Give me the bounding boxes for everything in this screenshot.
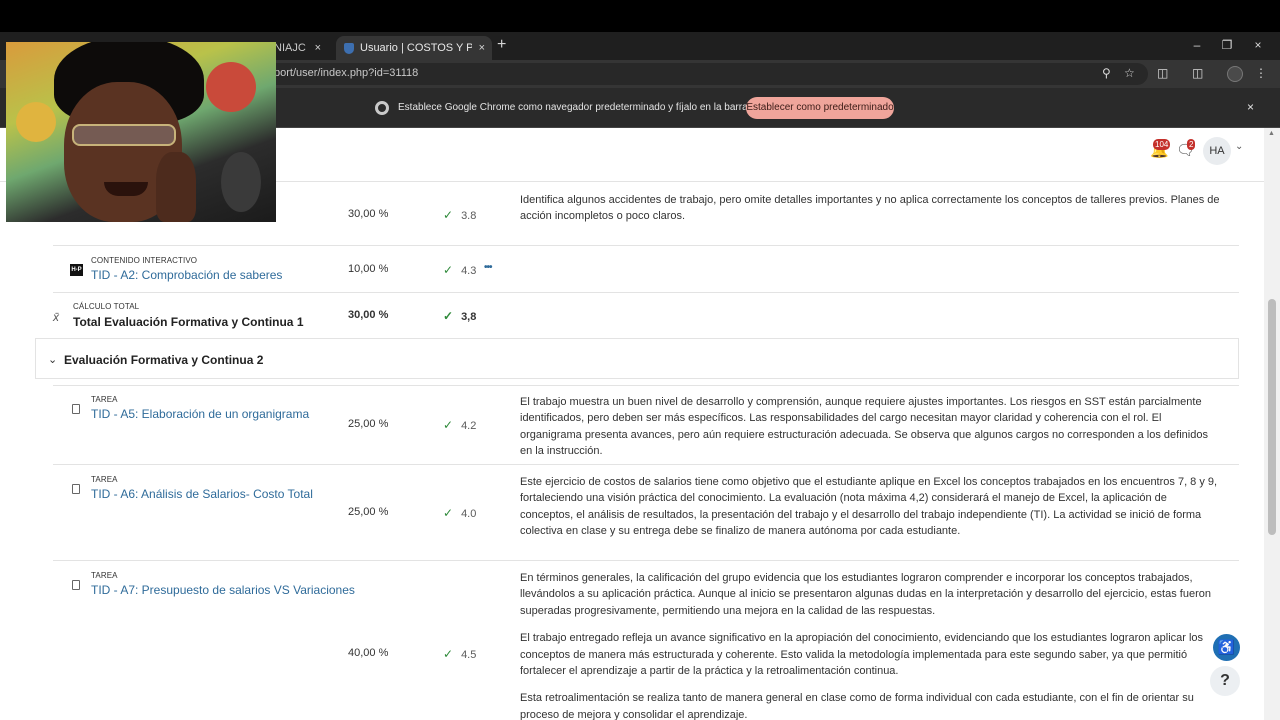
item-feedback: Identifica algunos accidentes de trabajo… [520,192,1220,236]
total-grade: ✓ 3,8 [443,309,476,323]
item-weight: 25,00 % [348,418,389,430]
minimize-icon[interactable]: – [1182,36,1212,54]
accessibility-icon[interactable]: ♿ [1213,634,1240,661]
bookmark-star-icon[interactable]: ☆ [1124,66,1135,80]
assignment-icon [72,580,80,590]
tab-close-icon[interactable]: × [472,42,492,54]
item-link[interactable]: TID - A6: Análisis de Salarios- Costo To… [91,487,313,501]
feedback-paragraph: Identifica algunos accidentes de trabajo… [520,194,1220,223]
item-type-label: TAREA [91,475,118,484]
check-icon: ✓ [443,647,454,661]
grade-value: 4.0 [461,508,477,520]
webcam-background-spot [16,102,56,142]
item-weight: 25,00 % [348,506,389,518]
page-scrollbar[interactable]: ▲ [1264,128,1280,720]
address-bar[interactable]: port/user/index.php?id=31118 ⚲ ☆ [262,63,1148,85]
messages-badge: 2 [1187,139,1196,150]
tab-title: NIAJC [274,42,306,54]
webcam-background-spot [206,62,256,112]
shield-favicon-icon [344,42,354,54]
grade-value: 3.8 [461,210,477,222]
side-panel-icon[interactable]: ◫ [1192,66,1203,80]
url-text: port/user/index.php?id=31118 [274,67,419,79]
item-weight: 30,00 % [348,208,389,220]
check-icon: ✓ [443,309,454,323]
chrome-logo-icon [375,101,389,115]
h5p-icon: H-P [70,264,83,276]
item-feedback: En términos generales, la calificación d… [520,570,1220,720]
set-default-button[interactable]: Establecer como predeterminado [746,97,894,119]
feedback-paragraph: En términos generales, la calificación d… [520,572,1211,617]
profile-icon[interactable] [1227,66,1243,82]
infobar-message: Establece Google Chrome como navegador p… [398,102,793,113]
tab-close-icon[interactable]: × [308,42,328,54]
calculator-sigma-icon: x̄ [53,310,59,324]
screen-top-band [0,0,1280,32]
grade-value: 4.2 [461,420,477,432]
item-grade: ✓ 4.0 [443,506,476,520]
item-weight: 10,00 % [348,263,389,275]
item-weight: 40,00 % [348,647,389,659]
item-link[interactable]: TID - A7: Presupuesto de salarios VS Var… [91,583,355,597]
browser-tab-active[interactable]: Usuario | COSTOS Y PRESUPUESTO × [336,36,492,60]
feedback-paragraph: Esta retroalimentación se realiza tanto … [520,692,1194,720]
check-icon: ✓ [443,418,454,432]
webcam-overlay [6,42,276,222]
webcam-person-hand [156,152,196,222]
item-feedback: Este ejercicio de costos de salarios tie… [520,474,1220,551]
item-grade: ✓ 3.8 [443,208,476,222]
grade-value: 4.3 [461,265,477,277]
restore-icon[interactable]: ❐ [1212,36,1242,54]
check-icon: ✓ [443,506,454,520]
item-link[interactable]: TID - A5: Elaboración de un organigrama [91,407,309,421]
row-divider [53,464,1239,465]
item-type-label: CONTENIDO INTERACTIVO [91,256,198,265]
zoom-icon[interactable]: ⚲ [1102,66,1111,80]
item-type-label: TAREA [91,571,118,580]
row-divider [53,385,1239,386]
row-divider [53,245,1239,246]
more-actions-icon[interactable]: ••• [484,262,492,273]
infobar-close-icon[interactable]: × [1247,100,1254,114]
menu-kebab-icon[interactable]: ⋮ [1255,66,1267,80]
scroll-up-arrow-icon[interactable]: ▲ [1268,130,1275,137]
check-icon: ✓ [443,263,454,277]
total-type-label: CÁLCULO TOTAL [73,302,140,311]
tab-title: Usuario | COSTOS Y PRESUPUESTO [360,42,472,54]
total-name: Total Evaluación Formativa y Continua 1 [73,315,304,329]
grade-value: 3,8 [461,311,477,323]
assignment-icon [72,404,80,414]
collapse-chevron-icon[interactable]: ⌄ [48,353,57,366]
feedback-paragraph: El trabajo entregado refleja un avance s… [520,632,1204,678]
new-tab-icon[interactable]: + [497,36,506,54]
assignment-icon [72,484,80,494]
extensions-icon[interactable]: ◫ [1157,66,1168,80]
scrollbar-thumb[interactable] [1268,299,1276,535]
user-avatar[interactable]: HA [1203,137,1231,165]
help-button[interactable]: ? [1210,666,1240,696]
item-grade: ✓ 4.5 [443,647,476,661]
total-weight: 30,00 % [348,309,389,321]
feedback-paragraph: Este ejercicio de costos de salarios tie… [520,476,1218,538]
notifications-badge: 104 [1153,139,1171,150]
browser-tab[interactable]: NIAJC × [270,36,334,60]
window-close-icon[interactable]: × [1243,36,1273,54]
grade-value: 4.5 [461,649,477,661]
row-divider [53,292,1239,293]
webcam-person-glasses [72,124,176,146]
item-grade: ✓ 4.2 [443,418,476,432]
item-type-label: TAREA [91,395,118,404]
chevron-down-icon[interactable]: ⌄ [1235,141,1243,152]
check-icon: ✓ [443,208,454,222]
item-link[interactable]: TID - A2: Comprobación de saberes [91,268,282,282]
item-grade: ✓ 4.3 [443,263,476,277]
section-header[interactable]: ⌄ Evaluación Formativa y Continua 2 [35,338,1239,379]
feedback-paragraph: El trabajo muestra un buen nivel de desa… [520,396,1208,458]
row-divider [53,560,1239,561]
item-feedback: El trabajo muestra un buen nivel de desa… [520,394,1220,471]
webcam-background-spot [221,152,261,212]
section-title: Evaluación Formativa y Continua 2 [64,353,264,367]
